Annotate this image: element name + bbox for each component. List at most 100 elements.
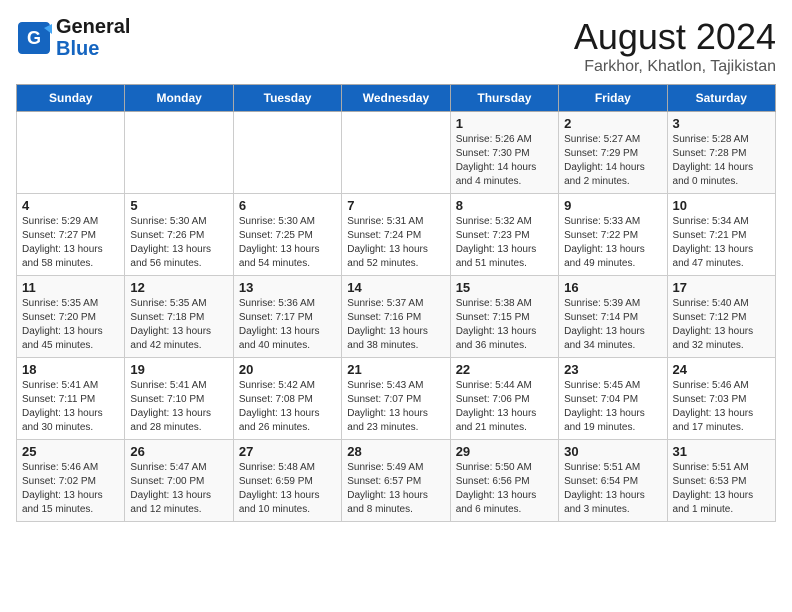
calendar-cell: 25 Sunrise: 5:46 AM Sunset: 7:02 PM Dayli… bbox=[17, 440, 125, 522]
calendar-cell: 31 Sunrise: 5:51 AM Sunset: 6:53 PM Dayli… bbox=[667, 440, 775, 522]
day-header-tuesday: Tuesday bbox=[233, 85, 341, 112]
day-number: 4 bbox=[22, 198, 119, 213]
day-info: Sunrise: 5:50 AM Sunset: 6:56 PM Dayligh… bbox=[456, 461, 553, 517]
day-number: 13 bbox=[239, 280, 336, 295]
day-info: Sunrise: 5:41 AM Sunset: 7:11 PM Dayligh… bbox=[22, 379, 119, 435]
calendar-cell: 11 Sunrise: 5:35 AM Sunset: 7:20 PM Dayli… bbox=[17, 276, 125, 358]
calendar-cell: 1 Sunrise: 5:26 AM Sunset: 7:30 PM Daylig… bbox=[450, 112, 558, 194]
day-header-thursday: Thursday bbox=[450, 85, 558, 112]
day-header-sunday: Sunday bbox=[17, 85, 125, 112]
day-number: 25 bbox=[22, 444, 119, 459]
day-number: 7 bbox=[347, 198, 444, 213]
day-info: Sunrise: 5:37 AM Sunset: 7:16 PM Dayligh… bbox=[347, 297, 444, 353]
day-number: 14 bbox=[347, 280, 444, 295]
week-row-5: 25 Sunrise: 5:46 AM Sunset: 7:02 PM Dayli… bbox=[17, 440, 776, 522]
logo-blue: Blue bbox=[56, 38, 99, 60]
calendar-cell: 17Sunrise: 5:40 AM Sunset: 7:12 PM Dayli… bbox=[667, 276, 775, 358]
day-info: Sunrise: 5:30 AM Sunset: 7:26 PM Dayligh… bbox=[130, 215, 227, 271]
day-number: 1 bbox=[456, 116, 553, 131]
day-info: Sunrise: 5:43 AM Sunset: 7:07 PM Dayligh… bbox=[347, 379, 444, 435]
calendar-cell: 4Sunrise: 5:29 AM Sunset: 7:27 PM Daylig… bbox=[17, 194, 125, 276]
day-info: Sunrise: 5:41 AM Sunset: 7:10 PM Dayligh… bbox=[130, 379, 227, 435]
calendar-header: SundayMondayTuesdayWednesdayThursdayFrid… bbox=[17, 85, 776, 112]
day-info: Sunrise: 5:39 AM Sunset: 7:14 PM Dayligh… bbox=[564, 297, 661, 353]
day-number: 28 bbox=[347, 444, 444, 459]
day-info: Sunrise: 5:46 AM Sunset: 7:03 PM Dayligh… bbox=[673, 379, 770, 435]
calendar-cell: 6Sunrise: 5:30 AM Sunset: 7:25 PM Daylig… bbox=[233, 194, 341, 276]
day-number: 2 bbox=[564, 116, 661, 131]
calendar-table: SundayMondayTuesdayWednesdayThursdayFrid… bbox=[16, 84, 776, 522]
calendar-cell: 5 Sunrise: 5:30 AM Sunset: 7:26 PM Daylig… bbox=[125, 194, 233, 276]
calendar-cell bbox=[233, 112, 341, 194]
day-info: Sunrise: 5:42 AM Sunset: 7:08 PM Dayligh… bbox=[239, 379, 336, 435]
title-block: August 2024 Farkhor, Khatlon, Tajikistan bbox=[574, 16, 776, 76]
day-number: 11 bbox=[22, 280, 119, 295]
calendar-cell: 19Sunrise: 5:41 AM Sunset: 7:10 PM Dayli… bbox=[125, 358, 233, 440]
day-number: 12 bbox=[130, 280, 227, 295]
calendar-cell: 3Sunrise: 5:28 AM Sunset: 7:28 PM Daylig… bbox=[667, 112, 775, 194]
day-header-wednesday: Wednesday bbox=[342, 85, 450, 112]
day-header-monday: Monday bbox=[125, 85, 233, 112]
day-header-row: SundayMondayTuesdayWednesdayThursdayFrid… bbox=[17, 85, 776, 112]
calendar-cell: 14 Sunrise: 5:37 AM Sunset: 7:16 PM Dayli… bbox=[342, 276, 450, 358]
day-number: 24 bbox=[673, 362, 770, 377]
month-title: August 2024 bbox=[574, 16, 776, 58]
day-info: Sunrise: 5:34 AM Sunset: 7:21 PM Dayligh… bbox=[673, 215, 770, 271]
day-info: Sunrise: 5:51 AM Sunset: 6:54 PM Dayligh… bbox=[564, 461, 661, 517]
calendar-cell: 8Sunrise: 5:32 AM Sunset: 7:23 PM Daylig… bbox=[450, 194, 558, 276]
day-number: 20 bbox=[239, 362, 336, 377]
day-number: 5 bbox=[130, 198, 227, 213]
day-number: 6 bbox=[239, 198, 336, 213]
calendar-cell: 9 Sunrise: 5:33 AM Sunset: 7:22 PM Daylig… bbox=[559, 194, 667, 276]
week-row-2: 4Sunrise: 5:29 AM Sunset: 7:27 PM Daylig… bbox=[17, 194, 776, 276]
day-info: Sunrise: 5:48 AM Sunset: 6:59 PM Dayligh… bbox=[239, 461, 336, 517]
calendar-cell: 30 Sunrise: 5:51 AM Sunset: 6:54 PM Dayli… bbox=[559, 440, 667, 522]
logo: G General Blue bbox=[16, 16, 130, 60]
day-number: 8 bbox=[456, 198, 553, 213]
day-number: 29 bbox=[456, 444, 553, 459]
day-info: Sunrise: 5:45 AM Sunset: 7:04 PM Dayligh… bbox=[564, 379, 661, 435]
calendar-body: 1 Sunrise: 5:26 AM Sunset: 7:30 PM Daylig… bbox=[17, 112, 776, 522]
day-number: 23 bbox=[564, 362, 661, 377]
calendar-cell: 21Sunrise: 5:43 AM Sunset: 7:07 PM Dayli… bbox=[342, 358, 450, 440]
week-row-3: 11 Sunrise: 5:35 AM Sunset: 7:20 PM Dayli… bbox=[17, 276, 776, 358]
day-info: Sunrise: 5:38 AM Sunset: 7:15 PM Dayligh… bbox=[456, 297, 553, 353]
calendar-cell bbox=[342, 112, 450, 194]
day-header-saturday: Saturday bbox=[667, 85, 775, 112]
day-info: Sunrise: 5:35 AM Sunset: 7:20 PM Dayligh… bbox=[22, 297, 119, 353]
calendar-cell bbox=[17, 112, 125, 194]
calendar-cell: 22Sunrise: 5:44 AM Sunset: 7:06 PM Dayli… bbox=[450, 358, 558, 440]
day-info: Sunrise: 5:46 AM Sunset: 7:02 PM Dayligh… bbox=[22, 461, 119, 517]
day-number: 30 bbox=[564, 444, 661, 459]
svg-text:G: G bbox=[27, 28, 41, 48]
location-title: Farkhor, Khatlon, Tajikistan bbox=[574, 58, 776, 76]
calendar-cell: 18 Sunrise: 5:41 AM Sunset: 7:11 PM Dayli… bbox=[17, 358, 125, 440]
logo-general: General bbox=[56, 16, 130, 38]
page-header: G General Blue August 2024 Farkhor, Khat… bbox=[16, 16, 776, 76]
day-number: 31 bbox=[673, 444, 770, 459]
calendar-cell: 23 Sunrise: 5:45 AM Sunset: 7:04 PM Dayli… bbox=[559, 358, 667, 440]
day-number: 18 bbox=[22, 362, 119, 377]
day-header-friday: Friday bbox=[559, 85, 667, 112]
day-info: Sunrise: 5:49 AM Sunset: 6:57 PM Dayligh… bbox=[347, 461, 444, 517]
day-info: Sunrise: 5:31 AM Sunset: 7:24 PM Dayligh… bbox=[347, 215, 444, 271]
calendar-cell: 27 Sunrise: 5:48 AM Sunset: 6:59 PM Dayli… bbox=[233, 440, 341, 522]
day-info: Sunrise: 5:51 AM Sunset: 6:53 PM Dayligh… bbox=[673, 461, 770, 517]
day-info: Sunrise: 5:28 AM Sunset: 7:28 PM Dayligh… bbox=[673, 133, 770, 189]
calendar-cell: 10Sunrise: 5:34 AM Sunset: 7:21 PM Dayli… bbox=[667, 194, 775, 276]
day-info: Sunrise: 5:44 AM Sunset: 7:06 PM Dayligh… bbox=[456, 379, 553, 435]
week-row-4: 18 Sunrise: 5:41 AM Sunset: 7:11 PM Dayli… bbox=[17, 358, 776, 440]
week-row-1: 1 Sunrise: 5:26 AM Sunset: 7:30 PM Daylig… bbox=[17, 112, 776, 194]
calendar-cell bbox=[125, 112, 233, 194]
day-info: Sunrise: 5:33 AM Sunset: 7:22 PM Dayligh… bbox=[564, 215, 661, 271]
calendar-cell: 28 Sunrise: 5:49 AM Sunset: 6:57 PM Dayli… bbox=[342, 440, 450, 522]
calendar-cell: 29 Sunrise: 5:50 AM Sunset: 6:56 PM Dayli… bbox=[450, 440, 558, 522]
day-number: 9 bbox=[564, 198, 661, 213]
calendar-cell: 12Sunrise: 5:35 AM Sunset: 7:18 PM Dayli… bbox=[125, 276, 233, 358]
day-number: 27 bbox=[239, 444, 336, 459]
calendar-cell: 15Sunrise: 5:38 AM Sunset: 7:15 PM Dayli… bbox=[450, 276, 558, 358]
calendar-cell: 24 Sunrise: 5:46 AM Sunset: 7:03 PM Dayli… bbox=[667, 358, 775, 440]
day-info: Sunrise: 5:47 AM Sunset: 7:00 PM Dayligh… bbox=[130, 461, 227, 517]
day-info: Sunrise: 5:26 AM Sunset: 7:30 PM Dayligh… bbox=[456, 133, 553, 189]
logo-icon: G bbox=[16, 20, 52, 56]
